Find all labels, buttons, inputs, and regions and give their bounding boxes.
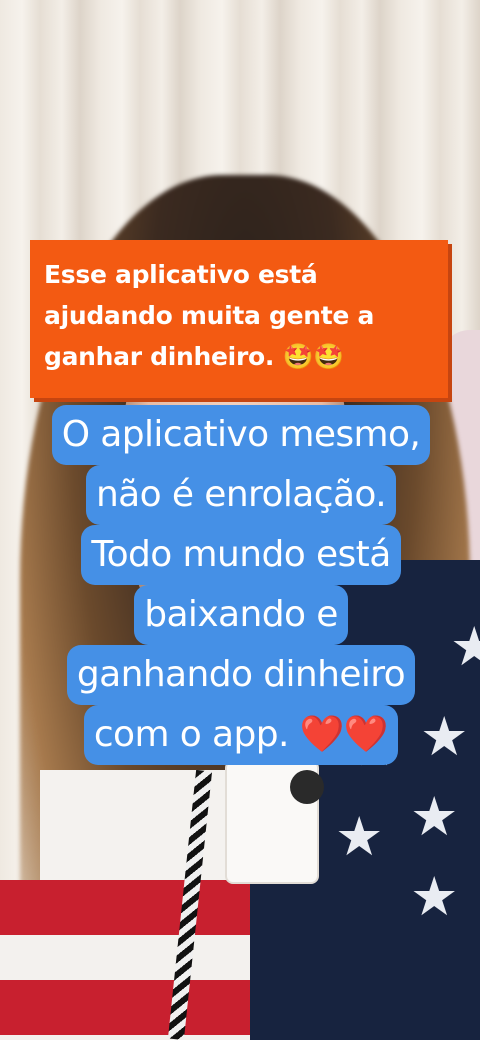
caption-top-line-1: Esse aplicativo está [44, 260, 318, 289]
caption-top-line-2: ajudando muita gente a [44, 301, 375, 330]
hoodie-button [290, 770, 324, 804]
caption-main-line-4: baixando e [134, 585, 348, 645]
star-icon: ★ [410, 785, 459, 848]
caption-main: O aplicativo mesmo, não é enrolação. Tod… [24, 405, 458, 773]
star-icon: ★ [410, 865, 459, 928]
caption-main-line-3: Todo mundo está [81, 525, 401, 585]
caption-main-line-6: com o app. ❤️❤️ [83, 705, 399, 765]
caption-main-line-2: não é enrolação. [85, 465, 397, 525]
caption-main-line-1: O aplicativo mesmo, [51, 405, 431, 465]
caption-top-text: Esse aplicativo está ajudando muita gent… [30, 240, 448, 377]
caption-top: Esse aplicativo está ajudando muita gent… [30, 240, 448, 398]
caption-main-line-5: ganhando dinheiro [66, 645, 416, 705]
star-icon: ★ [335, 805, 384, 868]
caption-top-line-3: ganhar dinheiro. 🤩🤩 [44, 342, 345, 371]
